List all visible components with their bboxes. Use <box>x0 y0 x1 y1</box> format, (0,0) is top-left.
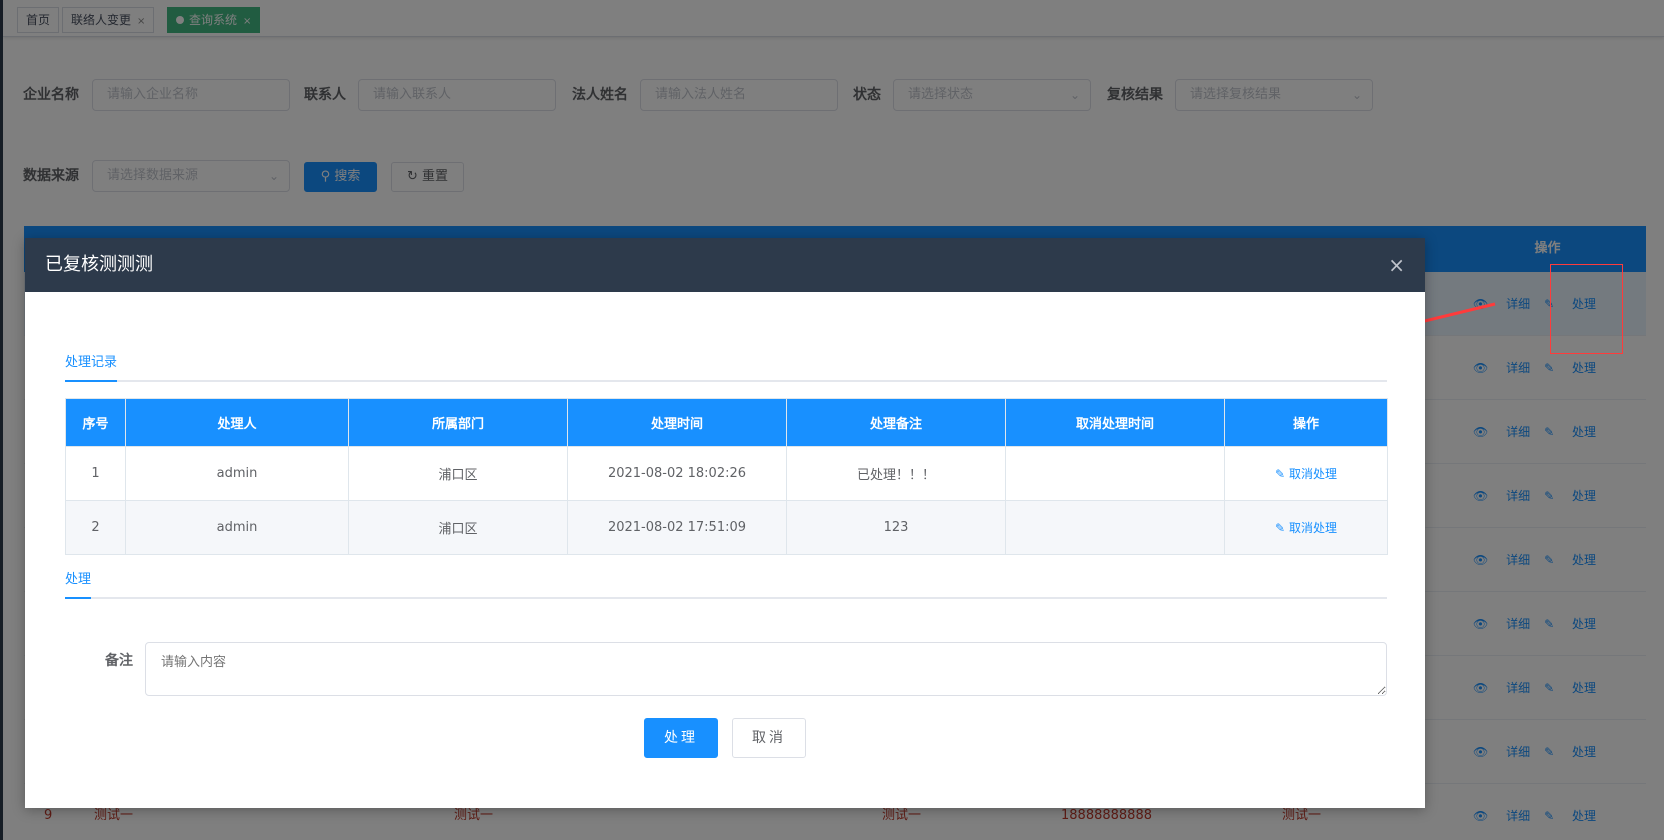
cell-handler: admin <box>125 500 349 555</box>
column-header: 处理备注 <box>786 398 1006 447</box>
handle-tab-bar: 处理 <box>65 565 1387 599</box>
cell-time: 2021-08-02 17:51:09 <box>567 500 787 555</box>
cell-department: 浦口区 <box>348 500 568 555</box>
remark-label: 备注 <box>105 653 133 669</box>
column-header: 所属部门 <box>348 398 568 447</box>
column-header: 处理人 <box>125 398 349 447</box>
close-icon[interactable]: × <box>1388 238 1405 292</box>
process-records-table: 序号 处理人 所属部门 处理时间 处理备注 取消处理时间 操作 1 admin … <box>65 398 1388 555</box>
column-header: 处理时间 <box>567 398 787 447</box>
remark-textarea[interactable] <box>145 642 1387 696</box>
cell-index: 1 <box>65 446 126 501</box>
cancel-process-label: 取消处理 <box>1288 521 1337 535</box>
process-dialog: 已复核测测测 × 处理记录 序号 处理人 所属部门 处理时间 处理备注 取消处理… <box>25 238 1425 808</box>
table-row: 2 admin 浦口区 2021-08-02 17:51:09 123 ✎ 取消… <box>65 500 1388 555</box>
cancel-process-label: 取消处理 <box>1288 467 1337 481</box>
cell-handler: admin <box>125 446 349 501</box>
cell-cancel-time <box>1005 446 1225 501</box>
cell-time: 2021-08-02 18:02:26 <box>567 446 787 501</box>
table-row: 1 admin 浦口区 2021-08-02 18:02:26 已处理！！！ ✎… <box>65 446 1388 501</box>
cell-action: ✎ 取消处理 <box>1224 500 1388 555</box>
edit-icon: ✎ <box>1275 467 1286 481</box>
records-tab-bar: 处理记录 <box>65 348 1387 382</box>
column-header: 序号 <box>65 398 126 447</box>
cell-department: 浦口区 <box>348 446 568 501</box>
tab-process-records[interactable]: 处理记录 <box>65 348 118 382</box>
cell-remark: 已处理！！！ <box>786 446 1006 501</box>
dialog-header: 已复核测测测 × <box>25 238 1425 292</box>
table-header-row: 序号 处理人 所属部门 处理时间 处理备注 取消处理时间 操作 <box>65 398 1388 447</box>
dialog-title: 已复核测测测 <box>45 254 153 275</box>
column-header: 取消处理时间 <box>1005 398 1225 447</box>
edit-icon: ✎ <box>1275 521 1286 535</box>
column-header: 操作 <box>1224 398 1388 447</box>
cancel-button[interactable]: 取消 <box>732 718 806 758</box>
cell-index: 2 <box>65 500 126 555</box>
submit-process-button[interactable]: 处理 <box>644 718 718 758</box>
cell-action: ✎ 取消处理 <box>1224 446 1388 501</box>
tab-handle[interactable]: 处理 <box>65 565 92 599</box>
cancel-process-link[interactable]: ✎ 取消处理 <box>1275 521 1337 535</box>
cancel-process-link[interactable]: ✎ 取消处理 <box>1275 467 1337 481</box>
cell-cancel-time <box>1005 500 1225 555</box>
cell-remark: 123 <box>786 500 1006 555</box>
